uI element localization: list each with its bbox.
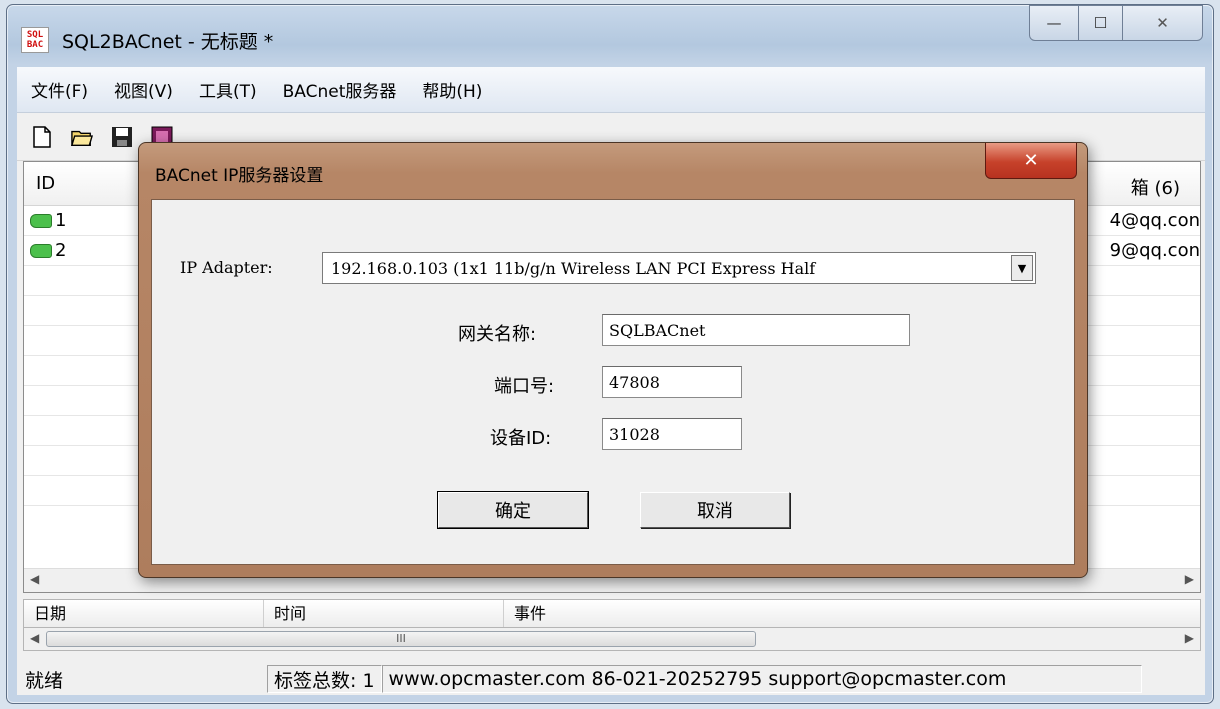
status-tag-count: 标签总数: 1 — [267, 665, 382, 693]
gateway-name-input[interactable]: SQLBACnet — [602, 314, 910, 346]
menu-help[interactable]: 帮助(H) — [422, 77, 482, 102]
device-id-label: 设备ID: — [490, 428, 552, 449]
column-event[interactable]: 事件 — [504, 600, 1200, 628]
tag-icon — [30, 243, 52, 258]
window-title: SQL2BACnet - 无标题 * — [62, 31, 274, 53]
title-bar[interactable]: SQL BAC SQL2BACnet - 无标题 * — ☐ ✕ — [7, 5, 1213, 57]
menu-view[interactable]: 视图(V) — [114, 77, 173, 102]
port-input[interactable]: 47808 — [602, 366, 742, 398]
event-horizontal-scrollbar[interactable]: ◀ III ▶ — [23, 627, 1201, 651]
device-id-input[interactable]: 31028 — [602, 418, 742, 450]
maximize-icon: ☐ — [1093, 14, 1108, 32]
status-bar: 就绪 标签总数: 1 www.opcmaster.com 86-021-2025… — [17, 663, 1205, 695]
maximize-button[interactable]: ☐ — [1079, 5, 1123, 41]
column-email[interactable]: 箱 (6) — [1131, 174, 1180, 200]
ip-adapter-select[interactable]: 192.168.0.103 (1x1 11b/g/n Wireless LAN … — [322, 252, 1036, 284]
close-icon: ✕ — [1156, 14, 1169, 32]
menu-bacnet-server[interactable]: BACnet服务器 — [283, 77, 397, 102]
ip-adapter-value: 192.168.0.103 (1x1 11b/g/n Wireless LAN … — [331, 258, 816, 278]
scroll-left-icon[interactable]: ◀ — [30, 631, 39, 645]
chevron-down-icon[interactable]: ▼ — [1011, 255, 1033, 281]
close-button[interactable]: ✕ — [1123, 5, 1203, 41]
menu-bar: 文件(F) 视图(V) 工具(T) BACnet服务器 帮助(H) — [17, 67, 1205, 113]
scroll-left-icon[interactable]: ◀ — [30, 572, 39, 586]
column-time[interactable]: 时间 — [264, 600, 504, 628]
gateway-name-label: 网关名称: — [458, 324, 537, 345]
dialog-title: BACnet IP服务器设置 — [155, 166, 324, 186]
minimize-button[interactable]: — — [1029, 5, 1079, 41]
row-id: 2 — [55, 240, 67, 261]
menu-file[interactable]: 文件(F) — [31, 77, 88, 102]
minimize-icon: — — [1046, 14, 1062, 32]
status-contact: www.opcmaster.com 86-021-20252795 suppor… — [381, 665, 1142, 693]
bacnet-server-settings-dialog: BACnet IP服务器设置 ✕ IP Adapter: 192.168.0.1… — [138, 142, 1088, 578]
window-controls: — ☐ ✕ — [1029, 5, 1203, 41]
ip-adapter-label: IP Adapter: — [180, 258, 273, 277]
scroll-right-icon[interactable]: ▶ — [1185, 572, 1194, 586]
save-icon[interactable] — [111, 126, 133, 148]
menu-tools[interactable]: 工具(T) — [199, 77, 257, 102]
close-icon: ✕ — [1023, 150, 1039, 171]
column-id[interactable]: ID — [24, 173, 144, 194]
column-date[interactable]: 日期 — [24, 600, 264, 628]
scroll-thumb[interactable]: III — [46, 631, 756, 647]
dialog-body: IP Adapter: 192.168.0.103 (1x1 11b/g/n W… — [151, 199, 1075, 565]
open-folder-icon[interactable] — [71, 126, 93, 148]
event-list-header: 日期 时间 事件 — [23, 599, 1201, 629]
tag-icon — [30, 213, 52, 228]
status-ready: 就绪 — [25, 669, 64, 692]
cancel-button[interactable]: 取消 — [640, 492, 790, 528]
scroll-right-icon[interactable]: ▶ — [1185, 631, 1194, 645]
row-email: 9@qq.con — [1109, 240, 1200, 261]
app-logo-icon: SQL BAC — [21, 27, 49, 53]
row-id: 1 — [55, 210, 67, 231]
row-email: 4@qq.con — [1109, 210, 1200, 231]
new-file-icon[interactable] — [31, 125, 53, 148]
dialog-close-button[interactable]: ✕ — [985, 143, 1077, 179]
port-label: 端口号: — [494, 376, 555, 397]
ok-button[interactable]: 确定 — [437, 491, 589, 529]
